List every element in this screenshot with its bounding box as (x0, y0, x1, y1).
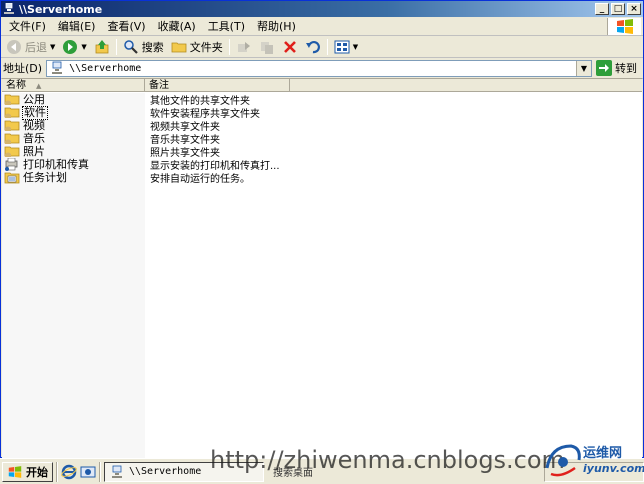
back-label: 后退 (25, 40, 47, 54)
delete-button[interactable] (279, 37, 301, 57)
address-bar: 地址(D) \\Serverhome ▼ 转到 (1, 58, 643, 79)
go-label: 转到 (615, 62, 637, 75)
menu-tools[interactable]: 工具(T) (202, 18, 251, 35)
move-to-icon (236, 39, 252, 55)
system-tray (544, 461, 644, 482)
list-item-name: 任务计划 (23, 170, 67, 184)
search-label: 搜索 (141, 40, 164, 54)
explorer-window: \\Serverhome _ □ × 文件(F) 编辑(E) 查看(V) 收藏(… (0, 0, 644, 459)
back-arrow-icon (6, 39, 22, 55)
start-button[interactable]: 开始 (2, 461, 53, 482)
list-item[interactable]: 视频 视频共享文件夹 (2, 118, 642, 133)
taskbar: 开始 \\Serverhome 搜索桌面 (0, 458, 644, 484)
list-item[interactable]: 照片 照片共享文件夹 (2, 144, 642, 159)
scheduled-tasks-folder-icon (4, 170, 20, 186)
start-label: 开始 (26, 465, 48, 479)
list-item-name: 视频 (23, 118, 45, 132)
toolbar-separator (115, 38, 117, 55)
list-item-name: 音乐 (23, 131, 45, 145)
desktop-search-label: 搜索桌面 (273, 468, 313, 479)
list-item-name: 软件 (22, 105, 48, 120)
copy-to-icon (259, 39, 275, 55)
close-button[interactable]: × (627, 3, 641, 15)
forward-button[interactable]: ▼ (59, 37, 89, 57)
up-folder-icon (94, 39, 110, 55)
folders-label: 文件夹 (189, 40, 223, 54)
column-header-name-label: 名称 (6, 80, 26, 91)
windows-logo-icon (7, 464, 23, 480)
menu-file[interactable]: 文件(F) (3, 18, 52, 35)
menu-help[interactable]: 帮助(H) (251, 18, 302, 35)
desktop-search-box[interactable]: 搜索桌面 (267, 462, 347, 482)
toolbar-separator (228, 38, 230, 55)
list-item-name: 公用 (23, 92, 45, 106)
file-list-view[interactable]: 名称 ▲ 备注 公用 其他文件的共享文件夹 软件 软件安装程序共享文件夹 视频 … (2, 78, 642, 459)
views-dropdown-icon[interactable]: ▼ (353, 43, 358, 51)
delete-x-icon (282, 39, 298, 55)
list-item-name: 照片 (23, 144, 45, 158)
taskbar-separator (99, 461, 101, 482)
column-header-name[interactable]: 名称 ▲ (2, 79, 145, 91)
go-arrow-icon (596, 60, 612, 76)
menu-view[interactable]: 查看(V) (101, 18, 151, 35)
menu-bar: 文件(F) 编辑(E) 查看(V) 收藏(A) 工具(T) 帮助(H) (1, 17, 643, 36)
undo-button[interactable] (302, 37, 324, 57)
search-button[interactable]: 搜索 (120, 37, 167, 57)
forward-arrow-icon (62, 39, 78, 55)
back-button[interactable]: 后退 ▼ (3, 37, 58, 57)
list-body: 公用 其他文件的共享文件夹 软件 软件安装程序共享文件夹 视频 视频共享文件夹 (2, 93, 642, 459)
address-label: 地址(D) (3, 62, 43, 75)
network-computer-icon (49, 60, 65, 76)
undo-icon (305, 39, 321, 55)
list-item[interactable]: 打印机和传真 显示安装的打印机和传真打... (2, 157, 642, 172)
windows-logo-icon (607, 18, 641, 35)
list-item[interactable]: 音乐 音乐共享文件夹 (2, 131, 642, 146)
address-input[interactable]: \\Serverhome ▼ (46, 59, 592, 77)
internet-explorer-icon[interactable] (61, 464, 77, 480)
list-header: 名称 ▲ 备注 (2, 79, 642, 92)
forward-dropdown-icon[interactable]: ▼ (81, 43, 86, 51)
standard-toolbar: 后退 ▼ ▼ 搜索 文件夹 ▼ (1, 36, 643, 58)
taskbar-separator (56, 461, 58, 482)
taskbar-window-label: \\Serverhome (129, 466, 202, 477)
address-dropdown-icon[interactable]: ▼ (576, 60, 591, 76)
folders-button[interactable]: 文件夹 (168, 37, 226, 57)
list-item[interactable]: 软件 软件安装程序共享文件夹 (2, 105, 642, 120)
window-title: \\Serverhome (19, 2, 103, 16)
network-computer-icon (109, 464, 125, 480)
column-header-note-label: 备注 (149, 80, 169, 91)
folders-icon (171, 39, 187, 55)
list-item[interactable]: 任务计划 安排自动运行的任务。 (2, 170, 642, 186)
views-button[interactable]: ▼ (331, 37, 361, 57)
restore-button[interactable]: □ (611, 3, 625, 15)
list-item[interactable]: 公用 其他文件的共享文件夹 (2, 92, 642, 107)
address-value: \\Serverhome (69, 62, 142, 74)
views-grid-icon (334, 39, 350, 55)
list-item-note: 安排自动运行的任务。 (150, 174, 250, 185)
minimize-button[interactable]: _ (595, 3, 609, 15)
back-dropdown-icon[interactable]: ▼ (50, 43, 55, 51)
up-button[interactable] (91, 37, 113, 57)
go-button[interactable]: 转到 (596, 59, 643, 78)
network-computer-icon (3, 3, 15, 15)
column-header-note[interactable]: 备注 (145, 79, 290, 91)
taskbar-window-button[interactable]: \\Serverhome (104, 461, 264, 482)
sort-ascending-icon: ▲ (36, 82, 42, 90)
menu-edit[interactable]: 编辑(E) (52, 18, 102, 35)
show-desktop-icon[interactable] (80, 464, 96, 480)
menu-favorites[interactable]: 收藏(A) (152, 18, 202, 35)
toolbar-separator (326, 38, 328, 55)
title-bar[interactable]: \\Serverhome _ □ × (1, 1, 643, 17)
list-item-name: 打印机和传真 (23, 157, 89, 171)
search-icon (123, 39, 139, 55)
copy-to-button[interactable] (256, 37, 278, 57)
move-to-button[interactable] (233, 37, 255, 57)
